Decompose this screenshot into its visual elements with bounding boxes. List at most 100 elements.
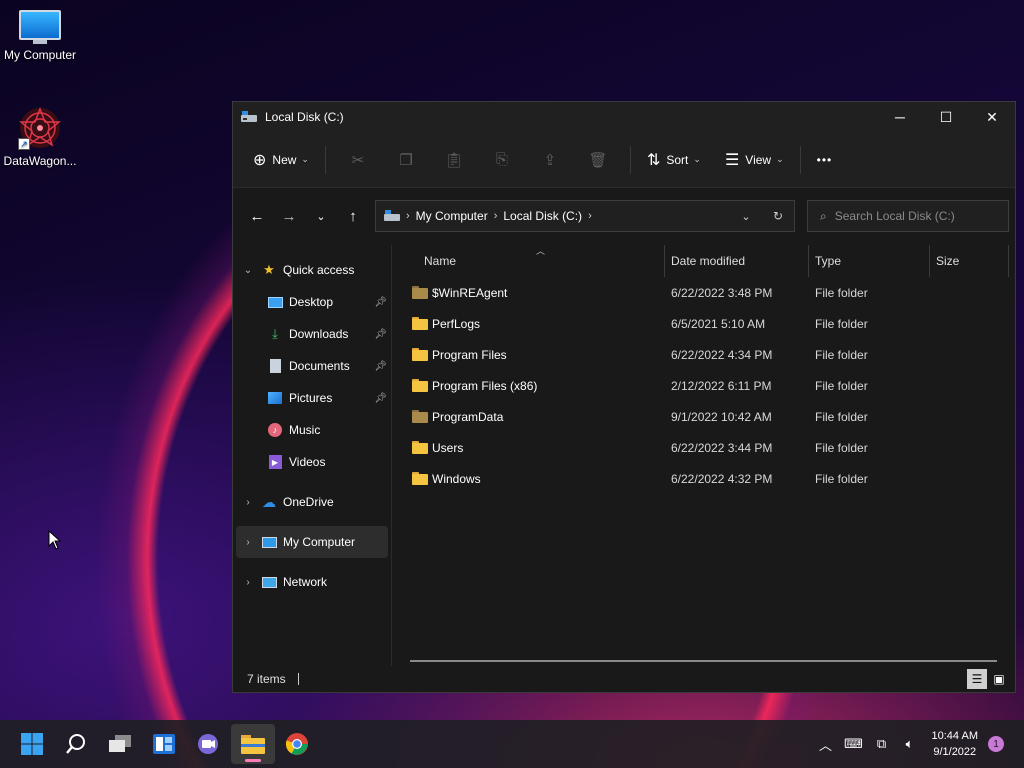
file-explorer-taskbar-button[interactable]	[231, 724, 275, 764]
music-icon: ♪	[267, 422, 283, 438]
breadcrumb-separator: ›	[588, 210, 592, 222]
file-row[interactable]: Windows 6/22/2022 4:32 PM File folder	[392, 463, 1015, 494]
chat-button[interactable]	[186, 724, 230, 764]
chrome-button[interactable]	[275, 724, 319, 764]
notification-badge[interactable]: 1	[988, 736, 1004, 752]
search-button[interactable]	[54, 724, 98, 764]
up-button[interactable]: ↑	[337, 200, 369, 232]
chevron-down-icon: ⌄	[301, 154, 309, 164]
chevron-right-icon[interactable]: ›	[241, 577, 255, 588]
view-button[interactable]: ☰ View ⌄	[717, 144, 792, 176]
horizontal-scrollbar[interactable]	[410, 660, 997, 662]
file-row[interactable]: Program Files 6/22/2022 4:34 PM File folde…	[392, 339, 1015, 370]
keyboard-icon[interactable]: ⌨	[840, 736, 868, 752]
chevron-right-icon[interactable]: ›	[241, 537, 255, 548]
nav-label: Quick access	[283, 263, 355, 277]
nav-item-music[interactable]: ♪ Music	[233, 414, 391, 446]
nav-onedrive[interactable]: › ☁ OneDrive	[233, 486, 391, 518]
widgets-button[interactable]	[142, 724, 186, 764]
title-bar[interactable]: Local Disk (C:) ─ ☐ ✕	[233, 102, 1015, 132]
cut-icon[interactable]: ✂	[334, 151, 382, 169]
file-type: File folder	[815, 440, 868, 455]
refresh-icon[interactable]: ↻	[762, 209, 794, 223]
network-icon[interactable]: ⧉	[868, 736, 896, 752]
file-name: ProgramData	[432, 409, 504, 424]
sort-button[interactable]: ⇅ Sort ⌄	[639, 144, 709, 176]
nav-item-videos[interactable]: ▶ Videos	[233, 446, 391, 478]
column-header-date[interactable]: Date modified	[665, 245, 809, 277]
file-name: $WinREAgent	[432, 285, 508, 300]
file-date: 6/22/2022 3:48 PM	[671, 285, 773, 300]
chrome-icon	[285, 733, 308, 755]
address-bar[interactable]: › My Computer › Local Disk (C:) › ⌄ ↻	[375, 200, 795, 232]
close-button[interactable]: ✕	[969, 102, 1015, 132]
divider	[629, 145, 631, 174]
column-header-size[interactable]: Size	[930, 245, 1009, 277]
file-name-cell: $WinREAgent	[392, 286, 665, 300]
nav-item-documents[interactable]: Documents 📌︎	[233, 350, 391, 382]
nav-my-computer[interactable]: › My Computer	[236, 526, 388, 558]
delete-icon[interactable]: 🗑︎	[574, 151, 622, 169]
column-label: Size	[936, 254, 960, 268]
large-icons-view-icon[interactable]: ▣	[989, 669, 1009, 689]
column-header-type[interactable]: Type	[809, 245, 930, 277]
nav-item-pictures[interactable]: Pictures 📌︎	[233, 382, 391, 414]
file-name: Program Files (x86)	[432, 378, 538, 393]
pin-icon: 📌︎	[374, 296, 387, 308]
column-header-name[interactable]: ︿ Name	[392, 245, 665, 277]
volume-icon[interactable]: 🔈︎	[896, 736, 924, 752]
maximize-button[interactable]: ☐	[923, 102, 969, 132]
desktop-icon-my-computer[interactable]: My Computer	[0, 10, 80, 62]
file-name-cell: Windows	[392, 472, 665, 486]
task-view-icon	[109, 735, 131, 752]
column-label: Date modified	[671, 254, 746, 268]
rename-icon[interactable]: ⎘	[478, 151, 526, 168]
breadcrumb-my-computer[interactable]: My Computer	[416, 209, 488, 223]
file-row[interactable]: Users 6/22/2022 3:44 PM File folder	[392, 432, 1015, 463]
nav-label: Music	[289, 423, 321, 437]
sort-label: Sort	[666, 152, 689, 167]
share-icon[interactable]: ⇪	[526, 151, 574, 169]
search-icon	[66, 734, 85, 754]
drive-icon	[384, 210, 400, 221]
file-row[interactable]: $WinREAgent 6/22/2022 3:48 PM File folder	[392, 277, 1015, 308]
chevron-down-icon[interactable]: ⌄	[241, 265, 255, 276]
nav-label: Downloads	[289, 327, 349, 341]
explorer-body: ⌄ ★ Quick access Desktop 📌︎ ⤓ Downloads …	[233, 245, 1015, 666]
nav-item-downloads[interactable]: ⤓ Downloads 📌︎	[233, 318, 391, 350]
pin-icon: 📌︎	[374, 392, 387, 404]
minimize-button[interactable]: ─	[877, 102, 923, 132]
nav-item-desktop[interactable]: Desktop 📌︎	[233, 286, 391, 318]
paste-icon[interactable]: 📋︎	[430, 151, 478, 169]
file-row[interactable]: ProgramData 9/1/2022 10:42 AM File folder	[392, 401, 1015, 432]
view-switcher: ☰ ▣	[965, 669, 1009, 689]
nav-quick-access[interactable]: ⌄ ★ Quick access	[233, 254, 391, 286]
task-view-button[interactable]	[98, 724, 142, 764]
copy-icon[interactable]: ❐	[382, 151, 430, 169]
file-row[interactable]: Program Files (x86) 2/12/2022 6:11 PM File…	[392, 370, 1015, 401]
desktop-icon	[267, 294, 283, 310]
file-type: File folder	[815, 347, 868, 362]
forward-button[interactable]: →	[273, 200, 305, 232]
clock[interactable]: 10:44 AM 9/1/2022	[932, 728, 978, 760]
chevron-right-icon[interactable]: ›	[241, 497, 255, 508]
recent-locations-button[interactable]: ⌄	[305, 200, 337, 232]
show-hidden-icons-button[interactable]: ︿	[812, 735, 840, 754]
new-button[interactable]: ⊕ New ⌄	[245, 144, 317, 176]
pin-icon: 📌︎	[374, 328, 387, 340]
details-view-icon[interactable]: ☰	[967, 669, 987, 689]
file-row[interactable]: PerfLogs 6/5/2021 5:10 AM File folder	[392, 308, 1015, 339]
folder-icon	[241, 735, 265, 754]
windows-logo-icon	[21, 733, 43, 755]
nav-network[interactable]: › Network	[233, 566, 391, 598]
file-name-cell: Program Files	[392, 348, 665, 362]
address-dropdown-icon[interactable]: ⌄	[730, 210, 762, 223]
search-box[interactable]: ⌕ Search Local Disk (C:)	[807, 200, 1009, 232]
breadcrumb-local-disk[interactable]: Local Disk (C:)	[503, 209, 582, 223]
more-options-button[interactable]: •••	[809, 144, 841, 176]
file-list: ︿ Name Date modified Type Size $WinREAge…	[392, 245, 1015, 666]
desktop-icon-datawagon[interactable]: ↗ DataWagon...	[0, 106, 80, 168]
back-button[interactable]: ←	[241, 200, 273, 232]
widgets-icon	[153, 734, 175, 754]
start-button[interactable]	[10, 724, 54, 764]
